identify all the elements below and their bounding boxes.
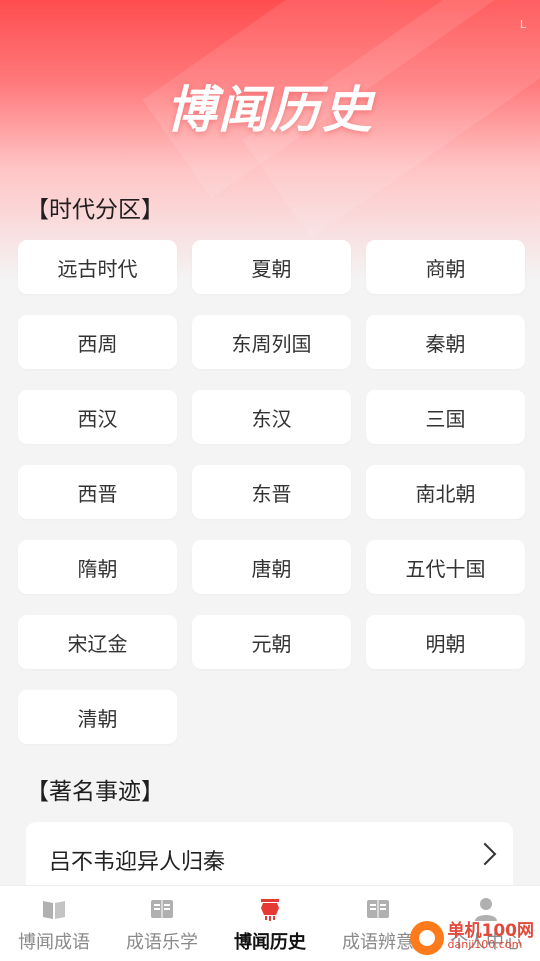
era-button[interactable]: 唐朝 [192, 540, 351, 594]
nav-item-idioms[interactable]: 博闻成语 [0, 886, 108, 961]
page-title: 博闻历史 [166, 81, 374, 139]
nav-item-idiom-learning[interactable]: 成语乐学 [108, 886, 216, 961]
events-section-title: 【著名事迹】 [26, 779, 164, 805]
book-icon [151, 900, 173, 918]
era-button[interactable]: 夏朝 [192, 240, 351, 294]
watermark-logo-icon [409, 921, 444, 955]
era-button[interactable]: 三国 [366, 390, 525, 444]
era-button[interactable]: 清朝 [18, 690, 177, 744]
watermark-url: danji100.com [447, 938, 523, 951]
chevron-right-icon [473, 842, 497, 866]
era-button[interactable]: 南北朝 [366, 465, 525, 519]
era-button[interactable]: 东周列国 [192, 315, 351, 369]
watermark-text: 单机100网 [447, 921, 535, 941]
era-button[interactable]: 五代十国 [366, 540, 525, 594]
eras-section-title: 【时代分区】 [26, 197, 164, 223]
story-card[interactable]: 吕不韦迎异人归秦 [26, 822, 513, 894]
era-button[interactable]: 东汉 [192, 390, 351, 444]
era-button[interactable]: 秦朝 [366, 315, 525, 369]
era-button[interactable]: 商朝 [366, 240, 525, 294]
era-button[interactable]: 西晋 [18, 465, 177, 519]
era-button[interactable]: 远古时代 [18, 240, 177, 294]
era-button[interactable]: 明朝 [366, 615, 525, 669]
era-button[interactable]: 西汉 [18, 390, 177, 444]
story-title: 吕不韦迎异人归秦 [49, 850, 226, 875]
era-button[interactable]: 隋朝 [18, 540, 177, 594]
era-grid: 远古时代 夏朝 商朝 西周 东周列国 秦朝 西汉 东汉 三国 西晋 东晋 南北朝… [18, 240, 526, 744]
open-book-icon [43, 901, 65, 919]
era-button[interactable]: 宋辽金 [18, 615, 177, 669]
era-button[interactable]: 西周 [18, 315, 177, 369]
nav-label: 博闻成语 [18, 932, 90, 953]
nav-item-history[interactable]: 博闻历史 [216, 886, 324, 961]
nav-label: 成语乐学 [126, 932, 198, 953]
lantern-icon [261, 899, 279, 921]
era-button[interactable]: 元朝 [192, 615, 351, 669]
book-icon [367, 900, 389, 918]
status-mark: L [519, 18, 526, 31]
nav-label: 博闻历史 [234, 932, 306, 953]
watermark: 单机100网 danji100.com [409, 918, 535, 958]
nav-label: 成语辨意 [342, 932, 414, 953]
era-button[interactable]: 东晋 [192, 465, 351, 519]
